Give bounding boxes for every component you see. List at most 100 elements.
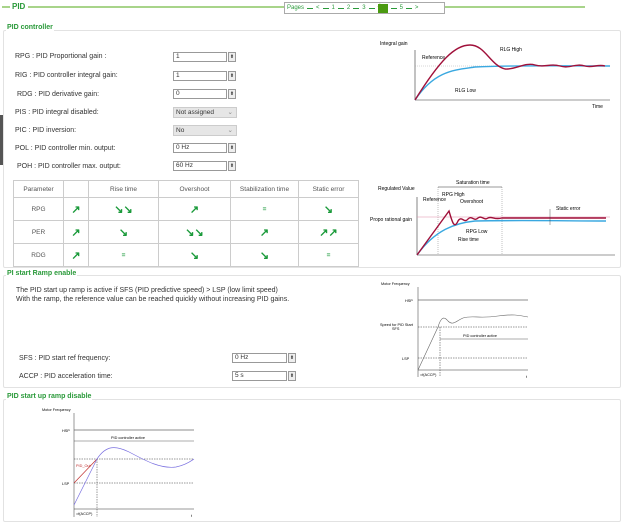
rig-spinner[interactable]: ⬍ — [228, 71, 236, 81]
table-header-row: Parameter Rise time Overshoot Stabilizat… — [13, 180, 359, 198]
t-label: t — [191, 514, 193, 518]
high-label: RPG High — [442, 192, 465, 198]
equal-icon: = — [88, 243, 159, 267]
page-title: PID — [12, 2, 26, 11]
pis-select[interactable]: Not assigned ⌄ — [173, 107, 237, 118]
equal-icon: = — [230, 197, 299, 221]
reference-label: Reference — [422, 55, 445, 61]
double-arrow-down-icon: ↘↘ — [158, 220, 231, 244]
col-header: Parameter — [13, 180, 64, 198]
param-cell: RPG — [13, 197, 64, 221]
description-line: With the ramp, the reference value can b… — [16, 296, 290, 303]
arrow-down-icon: ↘ — [88, 220, 159, 244]
hsp-label: HSP — [62, 429, 70, 433]
ylabel: Motor Frequency — [42, 408, 71, 412]
rpg-label: RPG : PID Proportional gain : — [15, 53, 107, 60]
arrow-up-icon: ↗ — [63, 220, 89, 244]
table-row: PER ↗ ↘ ↘↘ ↗ ↗↗ — [13, 220, 359, 244]
pager-next[interactable]: > — [415, 5, 419, 11]
arrow-up-icon: ↗ — [63, 243, 89, 267]
table-row: RDG ↗ = ↘ ↘ = — [13, 243, 359, 267]
chevron-down-icon: ⌄ — [227, 109, 233, 116]
page-1[interactable]: 1 — [332, 5, 335, 11]
static-error-label: Static error — [556, 206, 581, 212]
t-label: t — [526, 375, 528, 379]
ylabel: Motor Frequency — [381, 282, 410, 286]
page-2[interactable]: 2 — [347, 5, 350, 11]
high-label: RLG High — [500, 47, 522, 53]
accp-input[interactable]: 5 s — [232, 371, 287, 381]
arrow-up-icon: ↗ — [158, 197, 231, 221]
overshoot-label: Overshoot — [460, 199, 484, 205]
poh-input[interactable]: 60 Hz — [173, 161, 227, 171]
pis-label: PIS : PID integral disabled: — [15, 109, 99, 116]
section-title: PI start Ramp enable — [6, 270, 78, 277]
col-header: Static error — [298, 180, 359, 198]
ylabel: Integral gain — [380, 41, 408, 47]
rise-label: Rise time — [458, 237, 479, 243]
pager-prev[interactable]: < — [316, 5, 320, 11]
pol-label: POL : PID controller min. output: — [15, 145, 116, 152]
pol-spinner[interactable]: ⬍ — [228, 143, 236, 153]
page-5[interactable]: 5 — [400, 5, 403, 11]
xlabel: Time — [592, 104, 603, 110]
ylabel-1: Regulated Value — [378, 186, 415, 192]
description-line: The PID start up ramp is active if SFS (… — [16, 287, 278, 294]
proportional-gain-diagram: Regulated Value Propo rational gain Satu… — [370, 180, 615, 256]
double-arrow-up-icon: ↗↗ — [298, 220, 359, 244]
pager: Pages < 1 2 3 4 5 > — [284, 2, 445, 14]
active-label: PID controller active — [111, 436, 145, 440]
poh-label: POH : PID controller max. output: — [17, 163, 121, 170]
active-label: PID controller active — [463, 334, 497, 338]
pager-label: Pages — [287, 5, 305, 11]
page-3[interactable]: 3 — [362, 5, 365, 11]
lsp-label: LSP — [62, 482, 70, 486]
sfs-spinner[interactable]: ⬍ — [288, 353, 296, 363]
page-4-current[interactable]: 4 — [377, 3, 388, 13]
ylabel-2: Propo rational gain — [370, 217, 412, 223]
equal-icon: = — [298, 243, 359, 267]
pic-label: PIC : PID inversion: — [15, 127, 77, 134]
rig-input[interactable]: 1 — [173, 71, 227, 81]
poh-spinner[interactable]: ⬍ — [228, 161, 236, 171]
sfs-input[interactable]: 0 Hz — [232, 353, 287, 363]
integral-gain-diagram: Integral gain Reference RLG High RLG Low… — [380, 41, 611, 110]
section-title: PID start up ramp disable — [6, 393, 93, 400]
low-label: RPG Low — [466, 229, 488, 235]
header-line — [2, 6, 10, 8]
side-handle[interactable] — [0, 115, 3, 165]
table-row: RPG ↗ ↘↘ ↗ = ↘ — [13, 197, 359, 221]
ramp-enable-diagram: Motor Frequency HSP Speed for PID Start … — [380, 282, 529, 379]
col-header: Stabilization time — [230, 180, 299, 198]
rdg-label: RDG : PID derivative gain: — [17, 91, 100, 98]
accp-label: =f(ACCP) — [420, 373, 437, 377]
accp-label: =f(ACCP) — [76, 512, 93, 516]
arrow-up-icon: ↗ — [63, 197, 89, 221]
rdg-input[interactable]: 0 — [173, 89, 227, 99]
header-line — [28, 6, 284, 8]
pic-value: No — [176, 127, 185, 134]
sfs-label: SFS : PID start ref frequency: — [19, 355, 111, 362]
lsp-label: LSP — [402, 357, 410, 361]
rpg-input[interactable]: 1 — [173, 52, 227, 62]
accp-spinner[interactable]: ⬍ — [288, 371, 296, 381]
hsp-label: HSP — [405, 299, 413, 303]
header-line — [445, 6, 585, 8]
saturation-label: Saturation time — [456, 180, 490, 186]
param-cell: RDG — [13, 243, 64, 267]
low-label: RLG Low — [455, 88, 476, 94]
sfs-label-2: SFS — [392, 327, 400, 331]
rig-label: RIG : PID controller integral gain: — [15, 72, 118, 79]
accp-label: ACCP : PID acceleration time: — [19, 373, 113, 380]
double-arrow-down-icon: ↘↘ — [88, 197, 159, 221]
ramp-disable-diagram: Motor Frequency HSP PID controller activ… — [42, 408, 195, 518]
pol-input[interactable]: 0 Hz — [173, 143, 227, 153]
pic-select[interactable]: No ⌄ — [173, 125, 237, 136]
param-cell: PER — [13, 220, 64, 244]
arrow-down-icon: ↘ — [230, 243, 299, 267]
rpg-spinner[interactable]: ⬍ — [228, 52, 236, 62]
chevron-down-icon: ⌄ — [227, 127, 233, 134]
arrow-down-icon: ↘ — [158, 243, 231, 267]
col-header — [63, 180, 89, 198]
rdg-spinner[interactable]: ⬍ — [228, 89, 236, 99]
